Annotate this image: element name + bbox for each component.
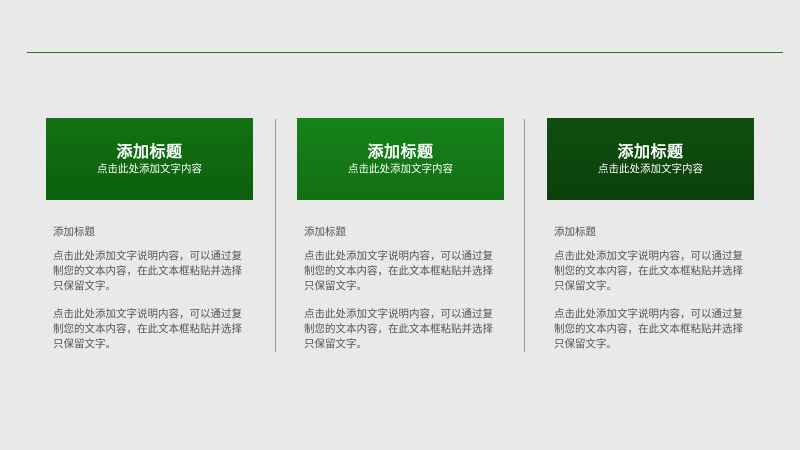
text-block[interactable]: 添加标题 点击此处添加文字说明内容，可以通过复制您的文本内容，在此文本框粘贴并选… [547, 200, 754, 352]
card-subtitle: 点击此处添加文字内容 [348, 163, 453, 175]
paragraph: 点击此处添加文字说明内容，可以通过复制您的文本内容，在此文本框粘贴并选择只保留文… [53, 250, 242, 292]
paragraph: 点击此处添加文字说明内容，可以通过复制您的文本内容，在此文本框粘贴并选择只保留文… [304, 250, 493, 292]
card-title: 添加标题 [116, 142, 183, 161]
title-card[interactable]: 添加标题 点击此处添加文字内容 [297, 118, 504, 200]
paragraph: 点击此处添加文字说明内容，可以通过复制您的文本内容，在此文本框粘贴并选择只保留文… [53, 308, 242, 350]
column-1: 添加标题 点击此处添加文字内容 添加标题 点击此处添加文字说明内容，可以通过复制… [46, 118, 253, 365]
title-card[interactable]: 添加标题 点击此处添加文字内容 [46, 118, 253, 200]
text-block[interactable]: 添加标题 点击此处添加文字说明内容，可以通过复制您的文本内容，在此文本框粘贴并选… [46, 200, 253, 352]
item-title: 添加标题 [53, 226, 95, 238]
top-rule [27, 52, 783, 53]
paragraph: 点击此处添加文字说明内容，可以通过复制您的文本内容，在此文本框粘贴并选择只保留文… [554, 250, 743, 292]
paragraph: 点击此处添加文字说明内容，可以通过复制您的文本内容，在此文本框粘贴并选择只保留文… [554, 308, 743, 350]
column-divider [275, 119, 276, 352]
card-subtitle: 点击此处添加文字内容 [97, 163, 202, 175]
column-2: 添加标题 点击此处添加文字内容 添加标题 点击此处添加文字说明内容，可以通过复制… [297, 118, 504, 365]
item-title: 添加标题 [304, 226, 346, 238]
card-title: 添加标题 [617, 142, 684, 161]
column-3: 添加标题 点击此处添加文字内容 添加标题 点击此处添加文字说明内容，可以通过复制… [547, 118, 754, 365]
card-subtitle: 点击此处添加文字内容 [598, 163, 703, 175]
card-title: 添加标题 [367, 142, 434, 161]
title-card[interactable]: 添加标题 点击此处添加文字内容 [547, 118, 754, 200]
paragraph: 点击此处添加文字说明内容，可以通过复制您的文本内容，在此文本框粘贴并选择只保留文… [304, 308, 493, 350]
text-block[interactable]: 添加标题 点击此处添加文字说明内容，可以通过复制您的文本内容，在此文本框粘贴并选… [297, 200, 504, 352]
item-title: 添加标题 [554, 226, 596, 238]
column-divider [524, 119, 525, 352]
